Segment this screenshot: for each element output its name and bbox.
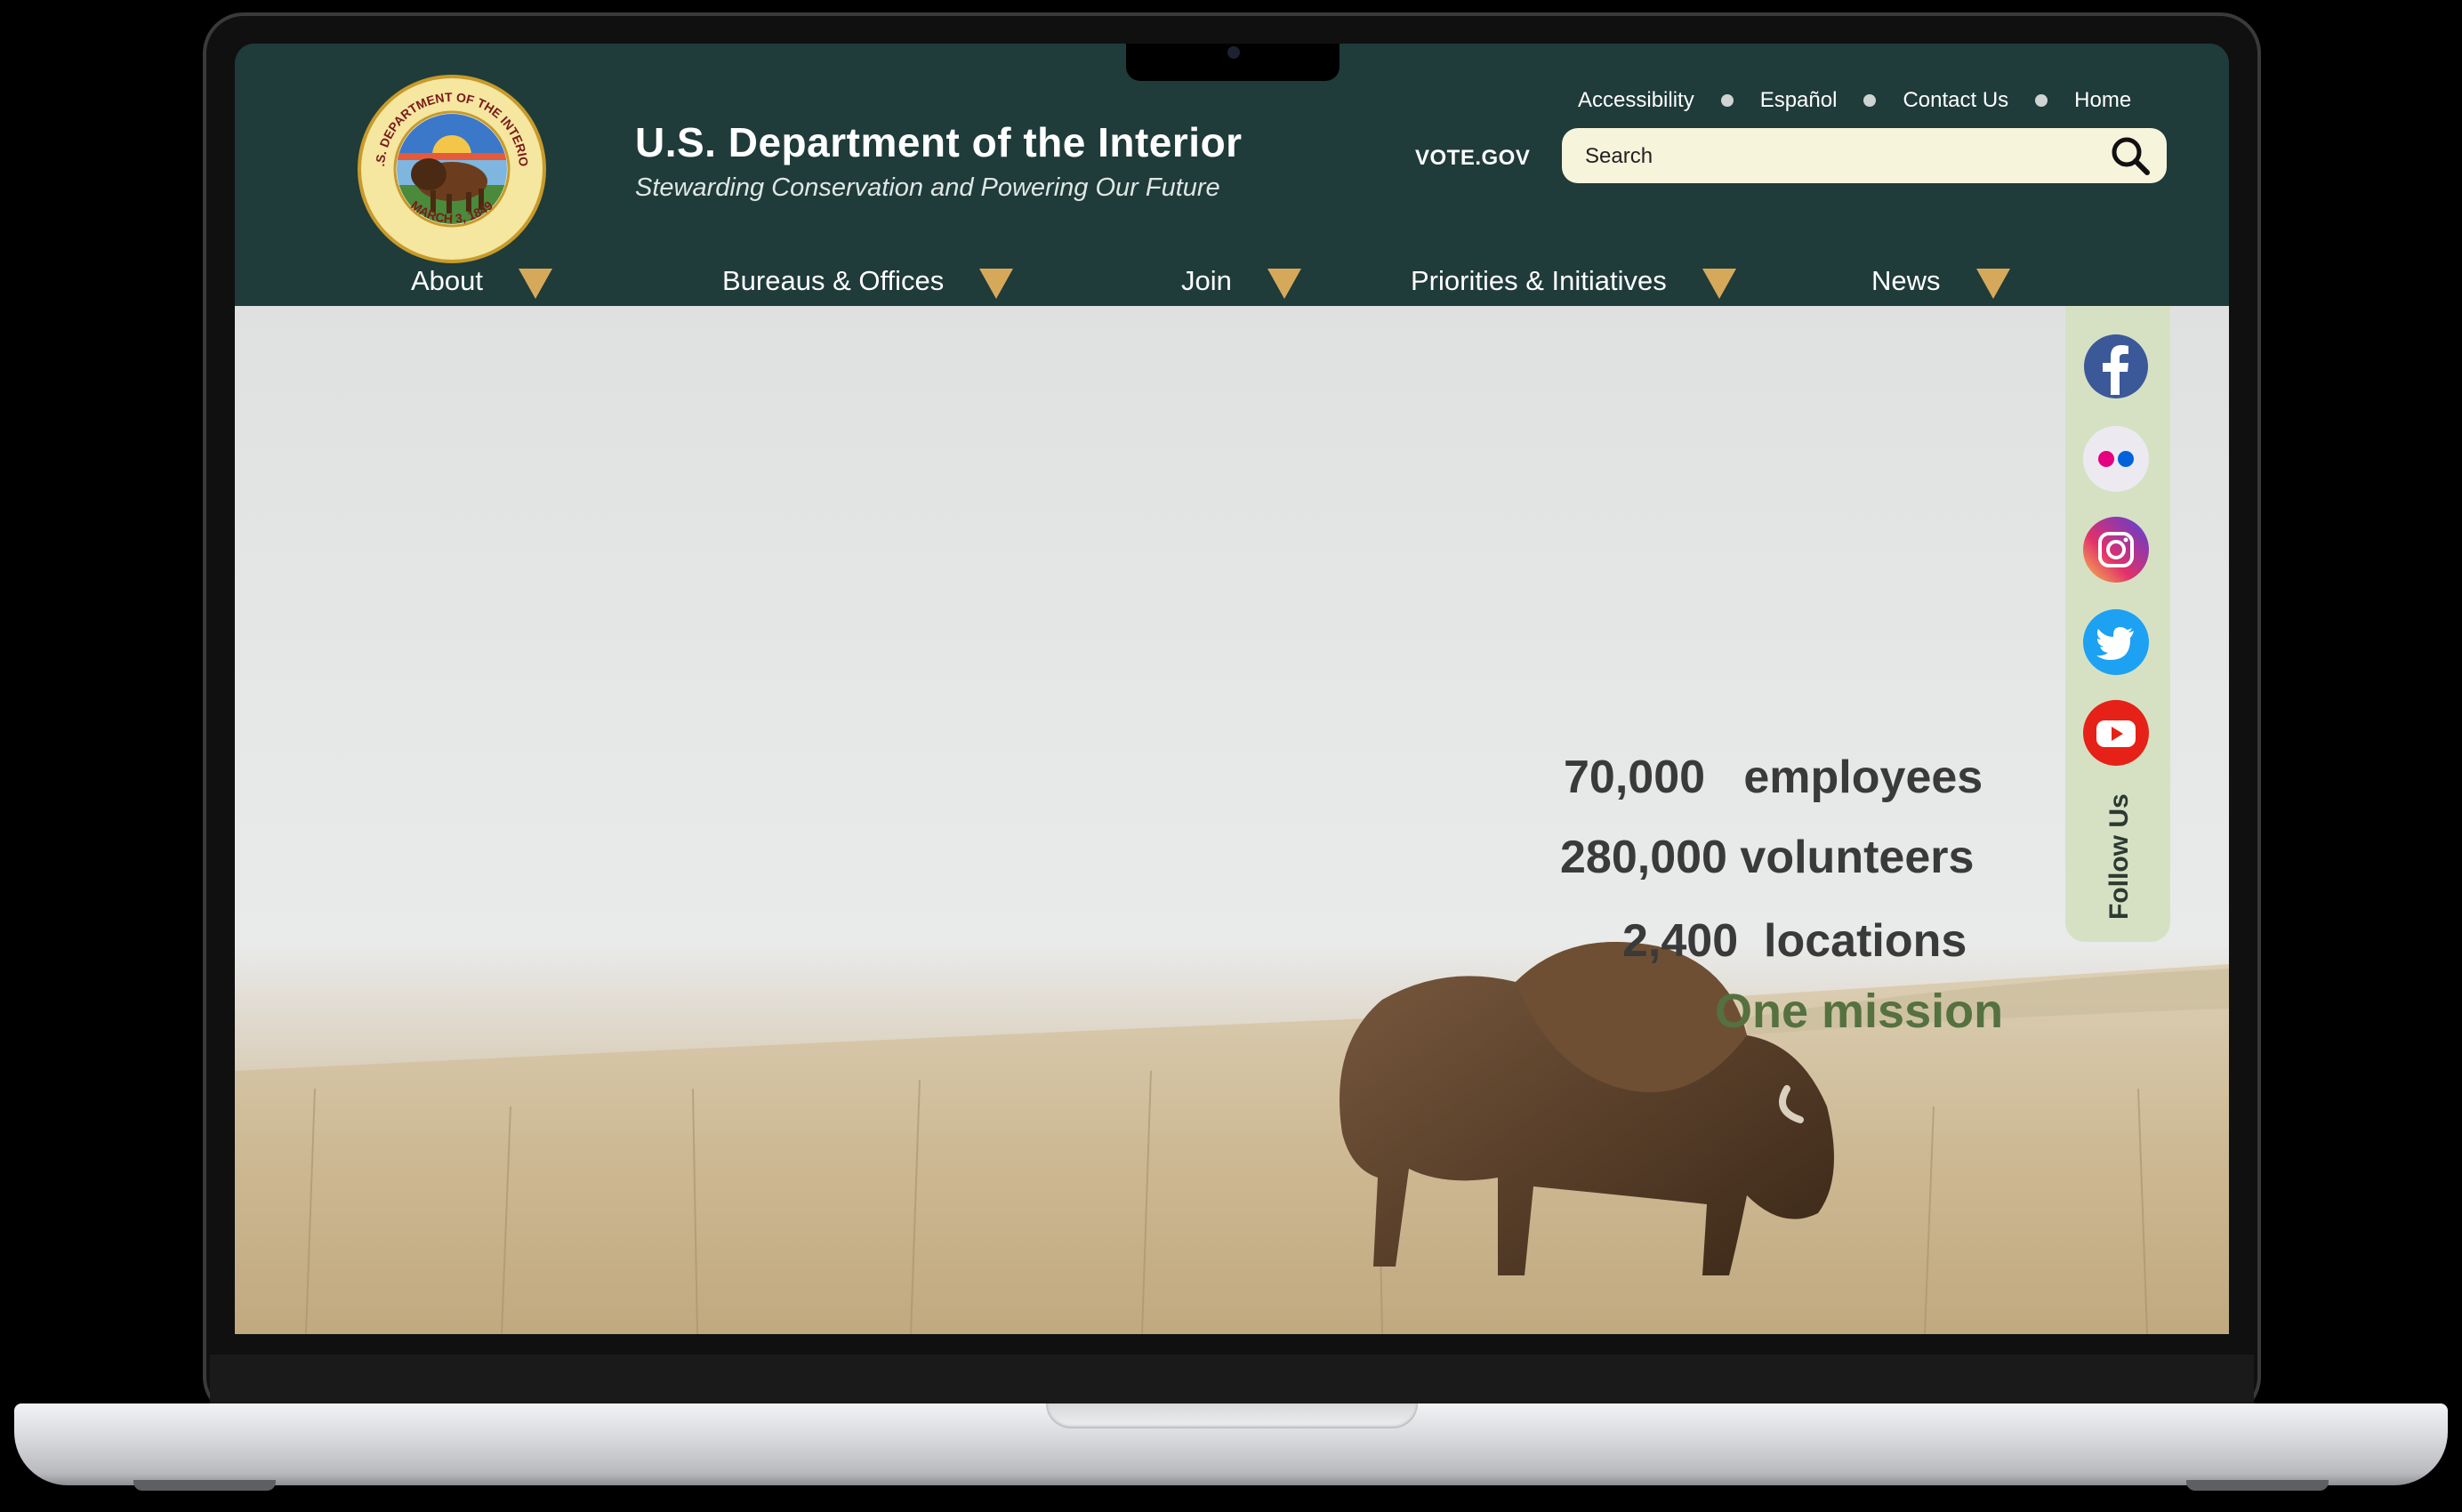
utility-link-home[interactable]: Home xyxy=(2074,88,2131,113)
follow-us-label: Follow Us xyxy=(2104,793,2134,920)
chevron-down-icon xyxy=(1975,269,2010,299)
nav-item-priorities[interactable]: Priorities & Initiatives xyxy=(1411,257,1736,305)
mission-statement: One mission xyxy=(1715,985,2004,1038)
stat-volunteers: 280,000 volunteers xyxy=(1560,831,1974,884)
laptop-bezel xyxy=(210,1355,2254,1404)
browser-screen: U.S. DEPARTMENT OF THE INTERIOR MARCH 3,… xyxy=(235,44,2229,1334)
stat-number: 70,000 xyxy=(1564,752,1706,803)
doi-seal-logo[interactable]: U.S. DEPARTMENT OF THE INTERIOR MARCH 3,… xyxy=(358,75,546,263)
nav-item-about[interactable]: About xyxy=(411,257,553,305)
nav-item-news[interactable]: News xyxy=(1871,257,2010,305)
separator-dot xyxy=(1720,94,1734,107)
stat-locations: 2,400 locations xyxy=(1622,914,1967,968)
utility-link-accessibility[interactable]: Accessibility xyxy=(1578,88,1694,113)
instagram-icon[interactable] xyxy=(2082,516,2150,583)
utility-links: Accessibility Español Contact Us Home xyxy=(1578,83,2131,118)
site-header: U.S. DEPARTMENT OF THE INTERIOR MARCH 3,… xyxy=(235,44,2229,306)
separator-dot xyxy=(1863,94,1877,107)
chevron-down-icon xyxy=(1702,269,1736,299)
chevron-down-icon xyxy=(979,269,1014,299)
search-icon[interactable] xyxy=(2110,135,2151,176)
search-box xyxy=(1562,128,2167,185)
nav-label: News xyxy=(1871,265,1941,296)
camera-icon xyxy=(1227,46,1240,59)
stat-number: 2,400 xyxy=(1622,915,1739,967)
hero-banner: 70,000 employees 280,000 volunteers 2,40… xyxy=(235,306,2229,1334)
nav-item-join[interactable]: Join xyxy=(1181,257,1301,305)
search-input[interactable] xyxy=(1583,128,2085,185)
bison-prairie-image xyxy=(235,942,2229,1334)
flickr-icon[interactable] xyxy=(2082,425,2150,493)
site-title[interactable]: U.S. Department of the Interior xyxy=(635,118,1243,166)
chevron-down-icon xyxy=(519,269,553,299)
site-tagline: Stewarding Conservation and Powering Our… xyxy=(635,173,1220,202)
laptop-foot xyxy=(2186,1480,2329,1491)
separator-dot xyxy=(2035,94,2048,107)
vote-gov-link[interactable]: VOTE.GOV xyxy=(1415,146,1530,171)
main-nav: About Bureaus & Offices Join Priorities … xyxy=(235,257,2229,305)
laptop-thumb-notch xyxy=(1046,1403,1418,1428)
nav-label: Join xyxy=(1181,265,1232,296)
stat-label: volunteers xyxy=(1740,832,1975,883)
utility-link-contact[interactable]: Contact Us xyxy=(1903,88,2008,113)
nav-label: Priorities & Initiatives xyxy=(1411,265,1667,296)
stat-label: employees xyxy=(1743,752,1983,803)
laptop-foot xyxy=(133,1480,276,1491)
utility-link-espanol[interactable]: Español xyxy=(1760,88,1838,113)
nav-item-bureaus[interactable]: Bureaus & Offices xyxy=(722,257,1014,305)
stat-label: locations xyxy=(1764,915,1967,967)
youtube-icon[interactable] xyxy=(2082,699,2150,767)
social-sidebar: Follow Us xyxy=(2065,306,2170,942)
stat-employees: 70,000 employees xyxy=(1564,751,1983,804)
stat-number: 280,000 xyxy=(1560,832,1727,883)
nav-label: Bureaus & Offices xyxy=(722,265,945,296)
facebook-icon[interactable] xyxy=(2082,333,2150,400)
chevron-down-icon xyxy=(1267,269,1301,299)
nav-label: About xyxy=(411,265,484,296)
twitter-icon[interactable] xyxy=(2082,608,2150,676)
